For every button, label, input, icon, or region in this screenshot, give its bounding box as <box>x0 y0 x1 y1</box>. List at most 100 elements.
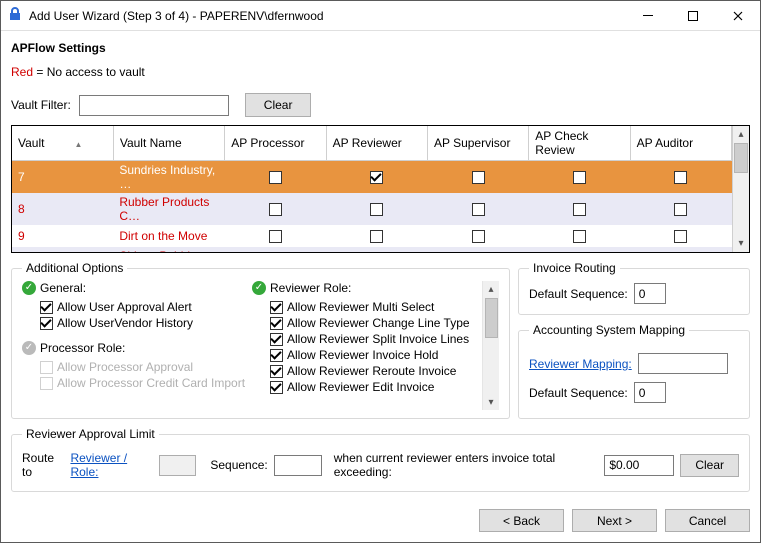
default-sequence-label: Default Sequence: <box>529 287 628 301</box>
table-row[interactable]: 10Shiney Pebble Cons… <box>12 247 732 252</box>
cell-vault: 8 <box>12 193 113 225</box>
checkbox[interactable] <box>270 333 283 346</box>
scroll-up-icon[interactable]: ▴ <box>733 126 749 143</box>
window-title: Add User Wizard (Step 3 of 4) - PAPERENV… <box>29 9 625 23</box>
col-ap-supervisor[interactable]: AP Supervisor <box>427 126 528 161</box>
ral-legend: Reviewer Approval Limit <box>22 427 159 441</box>
reviewer-approval-limit-group: Reviewer Approval Limit Route to Reviewe… <box>11 427 750 492</box>
reviewer-option[interactable]: Allow Reviewer Edit Invoice <box>252 379 482 395</box>
col-ap-auditor[interactable]: AP Auditor <box>630 126 731 161</box>
vault-filter-row: Vault Filter: Clear <box>11 93 750 117</box>
back-button[interactable]: < Back <box>479 509 564 532</box>
checkbox[interactable] <box>40 301 53 314</box>
general-option[interactable]: Allow UserVendor History <box>22 315 252 331</box>
reviewer-mapping-input[interactable] <box>638 353 728 374</box>
check-circle-icon <box>252 281 266 295</box>
additional-options-scrollbar[interactable]: ▴ ▾ <box>482 281 499 410</box>
grid-checkbox[interactable] <box>370 230 383 243</box>
section-title: APFlow Settings <box>11 39 750 65</box>
grid-checkbox[interactable] <box>573 171 586 184</box>
grid-checkbox[interactable] <box>269 171 282 184</box>
wizard-footer: < Back Next > Cancel <box>1 501 760 542</box>
additional-options-group: Additional Options General: Allow User Ap… <box>11 261 510 419</box>
reviewer-option[interactable]: Allow Reviewer Change Line Type <box>252 315 482 331</box>
ral-clear-button[interactable]: Clear <box>680 454 739 477</box>
reviewer-option[interactable]: Allow Reviewer Invoice Hold <box>252 347 482 363</box>
processor-group-head[interactable]: Processor Role: <box>22 341 252 355</box>
reviewer-option[interactable]: Allow Reviewer Split Invoice Lines <box>252 331 482 347</box>
reviewer-option[interactable]: Allow Reviewer Reroute Invoice <box>252 363 482 379</box>
checkbox[interactable] <box>270 317 283 330</box>
grid-checkbox[interactable] <box>674 230 687 243</box>
legend-red-label: Red <box>11 65 33 79</box>
cancel-button[interactable]: Cancel <box>665 509 750 532</box>
vault-grid: Vault Vault Name AP Processor AP Reviewe… <box>11 125 750 253</box>
reviewer-option[interactable]: Allow Reviewer Multi Select <box>252 299 482 315</box>
reviewer-group-head[interactable]: Reviewer Role: <box>252 281 482 295</box>
minimize-button[interactable] <box>625 1 670 30</box>
scroll-thumb[interactable] <box>485 298 498 338</box>
table-row[interactable]: 9Dirt on the Move <box>12 225 732 247</box>
col-vault-name[interactable]: Vault Name <box>113 126 224 161</box>
grid-checkbox[interactable] <box>472 171 485 184</box>
general-option[interactable]: Allow User Approval Alert <box>22 299 252 315</box>
col-vault[interactable]: Vault <box>12 126 113 161</box>
scroll-thumb[interactable] <box>734 143 748 173</box>
invoice-routing-legend: Invoice Routing <box>529 261 620 275</box>
general-group-head[interactable]: General: <box>22 281 252 295</box>
col-ap-check-review[interactable]: AP Check Review <box>529 126 630 161</box>
accounting-mapping-legend: Accounting System Mapping <box>529 323 689 337</box>
vault-filter-clear-button[interactable]: Clear <box>245 93 312 117</box>
grid-checkbox[interactable] <box>472 203 485 216</box>
table-row[interactable]: 7Sundries Industry, … <box>12 161 732 194</box>
invoice-routing-default-sequence-input[interactable] <box>634 283 666 304</box>
checkbox[interactable] <box>40 317 53 330</box>
option-label: Allow UserVendor History <box>57 316 193 330</box>
reviewer-mapping-link[interactable]: Reviewer Mapping: <box>529 357 632 371</box>
wizard-window: Add User Wizard (Step 3 of 4) - PAPERENV… <box>0 0 761 543</box>
scroll-down-icon[interactable]: ▾ <box>733 235 749 252</box>
ral-amount-input[interactable] <box>604 455 674 476</box>
checkbox[interactable] <box>270 349 283 362</box>
ral-sequence-input[interactable] <box>274 455 322 476</box>
checkbox[interactable] <box>270 381 283 394</box>
next-button[interactable]: Next > <box>572 509 657 532</box>
option-label: Allow Processor Credit Card Import <box>57 376 245 390</box>
accounting-system-mapping-group: Accounting System Mapping Reviewer Mappi… <box>518 323 750 419</box>
cell-vault-name: Dirt on the Move <box>113 225 224 247</box>
grid-checkbox[interactable] <box>472 230 485 243</box>
processor-option: Allow Processor Approval <box>22 359 252 375</box>
checkbox <box>40 361 53 374</box>
option-label: Allow Reviewer Edit Invoice <box>287 380 434 394</box>
maximize-button[interactable] <box>670 1 715 30</box>
cell-vault: 10 <box>12 247 113 252</box>
grid-checkbox[interactable] <box>269 230 282 243</box>
additional-options-legend: Additional Options <box>22 261 127 275</box>
access-legend: Red = No access to vault <box>11 65 750 79</box>
grid-checkbox[interactable] <box>573 203 586 216</box>
col-ap-processor[interactable]: AP Processor <box>225 126 326 161</box>
grid-checkbox[interactable] <box>674 203 687 216</box>
ral-reviewer-role-link[interactable]: Reviewer / Role: <box>70 451 152 479</box>
checkbox[interactable] <box>270 301 283 314</box>
processor-option: Allow Processor Credit Card Import <box>22 375 252 391</box>
grid-checkbox[interactable] <box>269 203 282 216</box>
grid-checkbox[interactable] <box>573 230 586 243</box>
col-ap-reviewer[interactable]: AP Reviewer <box>326 126 427 161</box>
grid-checkbox[interactable] <box>370 203 383 216</box>
table-row[interactable]: 8Rubber Products C… <box>12 193 732 225</box>
grid-checkbox[interactable] <box>370 171 383 184</box>
checkbox[interactable] <box>270 365 283 378</box>
scroll-down-icon[interactable]: ▾ <box>488 394 493 410</box>
grid-scrollbar[interactable]: ▴ ▾ <box>732 126 749 252</box>
vault-filter-input[interactable] <box>79 95 229 116</box>
scroll-up-icon[interactable]: ▴ <box>488 281 493 297</box>
ral-route-to-label: Route to <box>22 451 64 479</box>
cell-vault-name: Rubber Products C… <box>113 193 224 225</box>
close-button[interactable] <box>715 1 760 30</box>
accounting-default-sequence-input[interactable] <box>634 382 666 403</box>
cell-vault: 7 <box>12 161 113 194</box>
grid-checkbox[interactable] <box>674 171 687 184</box>
option-label: Allow Processor Approval <box>57 360 193 374</box>
option-label: Allow Reviewer Split Invoice Lines <box>287 332 469 346</box>
